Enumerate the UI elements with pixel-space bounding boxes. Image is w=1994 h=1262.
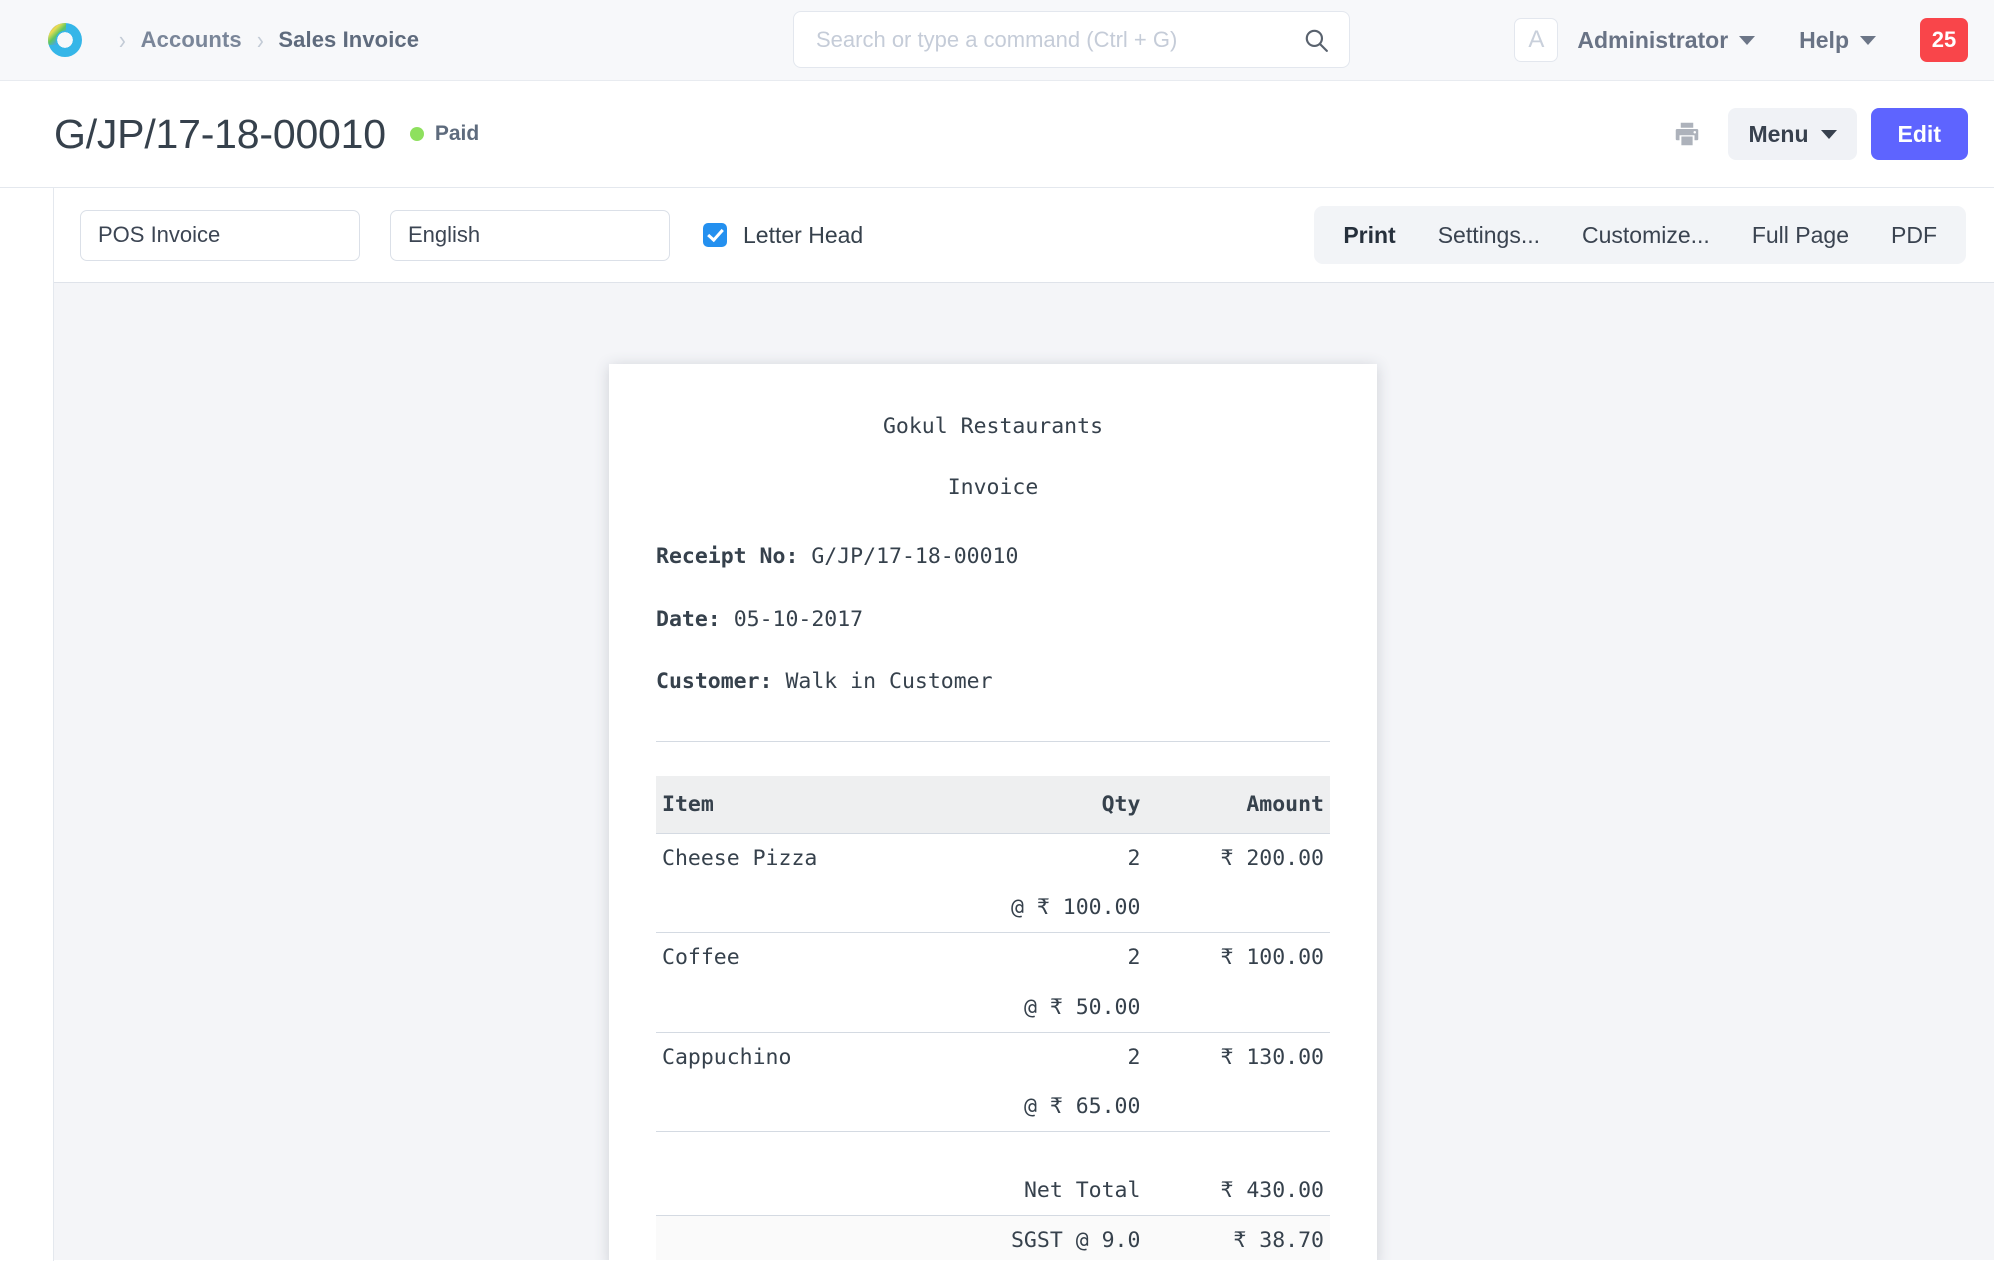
top-navbar: › Accounts › Sales Invoice A Administrat… — [0, 0, 1994, 81]
item-name: Cheese Pizza — [656, 834, 922, 884]
avatar[interactable]: A — [1514, 18, 1558, 62]
net-total-row: Net Total ₹ 430.00 — [656, 1166, 1330, 1216]
company-name: Gokul Restaurants — [656, 411, 1330, 442]
frappe-logo-icon[interactable] — [48, 23, 82, 57]
user-menu[interactable]: Administrator — [1577, 27, 1755, 54]
search-input[interactable] — [814, 26, 1303, 54]
page-actions: Menu Edit — [1672, 108, 1968, 160]
letter-head-label: Letter Head — [743, 222, 863, 249]
print-action-customize[interactable]: Customize... — [1561, 224, 1731, 247]
table-row: Cheese Pizza 2 ₹ 200.00 — [656, 834, 1330, 884]
customer-row: Customer: Walk in Customer — [656, 666, 1330, 697]
item-name: Coffee — [656, 933, 922, 983]
item-amount: ₹ 130.00 — [1146, 1032, 1330, 1082]
receipt-no-value: G/JP/17-18-00010 — [811, 544, 1018, 569]
print-action-group: Print Settings... Customize... Full Page… — [1314, 206, 1966, 264]
print-action-print[interactable]: Print — [1322, 224, 1416, 247]
spacer-row — [656, 1132, 1330, 1166]
help-menu-label: Help — [1799, 27, 1849, 54]
receipt-no-label: Receipt No: — [656, 544, 798, 569]
print-action-full-page[interactable]: Full Page — [1731, 224, 1870, 247]
breadcrumb-item-accounts[interactable]: Accounts — [141, 27, 242, 53]
table-row-rate: @ ₹ 50.00 — [656, 983, 1330, 1033]
customer-value: Walk in Customer — [785, 669, 992, 694]
tax-value: ₹ 38.70 — [1146, 1215, 1330, 1260]
search-container — [793, 11, 1350, 68]
breadcrumb-item-sales-invoice[interactable]: Sales Invoice — [278, 27, 419, 53]
chevron-down-icon — [1739, 36, 1755, 45]
print-action-pdf[interactable]: PDF — [1870, 224, 1958, 247]
invoice-paper: Gokul Restaurants Invoice Receipt No: G/… — [609, 364, 1377, 1260]
table-row-rate: @ ₹ 65.00 — [656, 1082, 1330, 1132]
chevron-down-icon — [1860, 36, 1876, 45]
invoice-items-table: Item Qty Amount Cheese Pizza 2 ₹ 200.00 … — [656, 776, 1330, 1260]
breadcrumb-separator-icon: › — [257, 27, 264, 53]
help-menu[interactable]: Help — [1799, 27, 1876, 54]
item-amount: ₹ 100.00 — [1146, 933, 1330, 983]
content-area: POS Invoice English Letter Head Print Se… — [53, 188, 1994, 1261]
user-menu-label: Administrator — [1577, 27, 1728, 54]
menu-button-label: Menu — [1748, 121, 1808, 148]
date-row: Date: 05-10-2017 — [656, 604, 1330, 635]
search-icon[interactable] — [1303, 27, 1329, 53]
table-row: Coffee 2 ₹ 100.00 — [656, 933, 1330, 983]
page-header: G/JP/17-18-00010 Paid Menu Edit — [0, 81, 1994, 188]
table-row-rate: @ ₹ 100.00 — [656, 883, 1330, 933]
column-header-qty: Qty — [922, 776, 1147, 834]
language-select[interactable]: English — [390, 210, 670, 261]
column-header-amount: Amount — [1146, 776, 1330, 834]
table-row: Cappuchino 2 ₹ 130.00 — [656, 1032, 1330, 1082]
status-label: Paid — [435, 122, 479, 146]
item-amount: ₹ 200.00 — [1146, 834, 1330, 884]
item-qty: 2 — [922, 834, 1147, 884]
item-rate: @ ₹ 100.00 — [922, 883, 1147, 933]
status-badge: Paid — [410, 122, 479, 146]
item-rate: @ ₹ 65.00 — [922, 1082, 1147, 1132]
status-dot-icon — [410, 127, 424, 141]
receipt-no-row: Receipt No: G/JP/17-18-00010 — [656, 541, 1330, 572]
chevron-down-icon — [1821, 130, 1837, 139]
notification-badge[interactable]: 25 — [1920, 18, 1968, 62]
item-qty: 2 — [922, 933, 1147, 983]
table-header-row: Item Qty Amount — [656, 776, 1330, 834]
checkbox-icon[interactable] — [703, 223, 727, 247]
breadcrumb-separator-icon: › — [119, 27, 126, 53]
print-format-select[interactable]: POS Invoice — [80, 210, 360, 261]
print-action-settings[interactable]: Settings... — [1417, 224, 1561, 247]
date-label: Date: — [656, 607, 721, 632]
edit-button[interactable]: Edit — [1871, 108, 1968, 160]
tax-row: SGST @ 9.0 ₹ 38.70 — [656, 1215, 1330, 1260]
page-title: G/JP/17-18-00010 — [54, 111, 386, 158]
date-value: 05-10-2017 — [734, 607, 863, 632]
item-qty: 2 — [922, 1032, 1147, 1082]
printer-icon[interactable] — [1672, 119, 1702, 149]
search-box[interactable] — [793, 11, 1350, 68]
document-title: Invoice — [656, 472, 1330, 503]
menu-button[interactable]: Menu — [1728, 108, 1856, 160]
tax-label: SGST @ 9.0 — [922, 1215, 1147, 1260]
letter-head-checkbox[interactable]: Letter Head — [703, 222, 863, 249]
column-header-item: Item — [656, 776, 922, 834]
net-total-label: Net Total — [922, 1166, 1147, 1216]
net-total-value: ₹ 430.00 — [1146, 1166, 1330, 1216]
navbar-right: A Administrator Help 25 — [1514, 18, 1968, 62]
print-toolbar: POS Invoice English Letter Head Print Se… — [54, 188, 1994, 283]
item-rate: @ ₹ 50.00 — [922, 983, 1147, 1033]
divider — [656, 741, 1330, 742]
customer-label: Customer: — [656, 669, 773, 694]
print-preview-area: Gokul Restaurants Invoice Receipt No: G/… — [54, 283, 1994, 1260]
breadcrumb: › Accounts › Sales Invoice — [48, 23, 419, 57]
item-name: Cappuchino — [656, 1032, 922, 1082]
